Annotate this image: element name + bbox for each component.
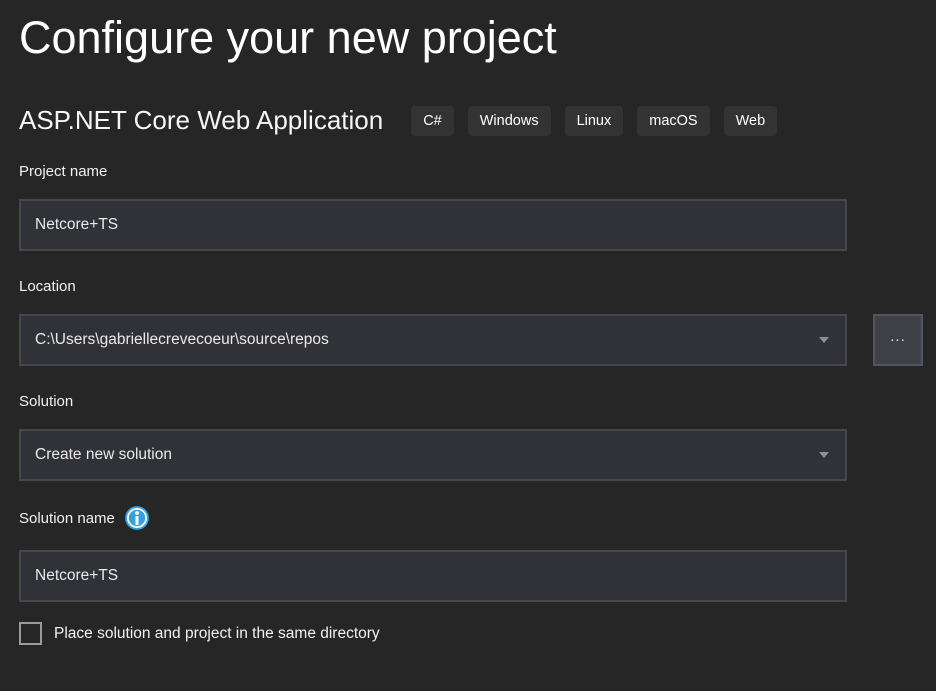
configure-project-dialog: Configure your new project ASP.NET Core … bbox=[0, 0, 936, 645]
solution-value: Create new solution bbox=[35, 446, 172, 464]
tag-macos: macOS bbox=[637, 106, 709, 136]
chevron-down-icon bbox=[819, 337, 829, 343]
template-header: ASP.NET Core Web Application C# Windows … bbox=[19, 105, 923, 136]
project-name-input[interactable] bbox=[19, 199, 847, 251]
location-row: C:\Users\gabriellecrevecoeur\source\repo… bbox=[19, 295, 923, 366]
solution-name-label-row: Solution name bbox=[19, 505, 923, 531]
solution-label: Solution bbox=[19, 393, 923, 410]
location-label: Location bbox=[19, 278, 923, 295]
info-icon[interactable] bbox=[124, 505, 150, 531]
tag-csharp: C# bbox=[411, 106, 454, 136]
template-name: ASP.NET Core Web Application bbox=[19, 105, 383, 136]
template-tags: C# Windows Linux macOS Web bbox=[411, 106, 777, 136]
project-name-label: Project name bbox=[19, 163, 923, 180]
solution-name-label: Solution name bbox=[19, 510, 115, 527]
location-value: C:\Users\gabriellecrevecoeur\source\repo… bbox=[35, 331, 329, 349]
chevron-down-icon bbox=[819, 452, 829, 458]
tag-web: Web bbox=[724, 106, 778, 136]
browse-location-button[interactable]: ... bbox=[873, 314, 923, 366]
location-combobox[interactable]: C:\Users\gabriellecrevecoeur\source\repo… bbox=[19, 314, 847, 366]
same-directory-row: Place solution and project in the same d… bbox=[19, 622, 923, 645]
solution-name-input[interactable] bbox=[19, 550, 847, 602]
page-title: Configure your new project bbox=[19, 6, 923, 69]
same-directory-label: Place solution and project in the same d… bbox=[54, 625, 380, 643]
tag-windows: Windows bbox=[468, 106, 551, 136]
solution-combobox[interactable]: Create new solution bbox=[19, 429, 847, 481]
same-directory-checkbox[interactable] bbox=[19, 622, 42, 645]
tag-linux: Linux bbox=[565, 106, 624, 136]
